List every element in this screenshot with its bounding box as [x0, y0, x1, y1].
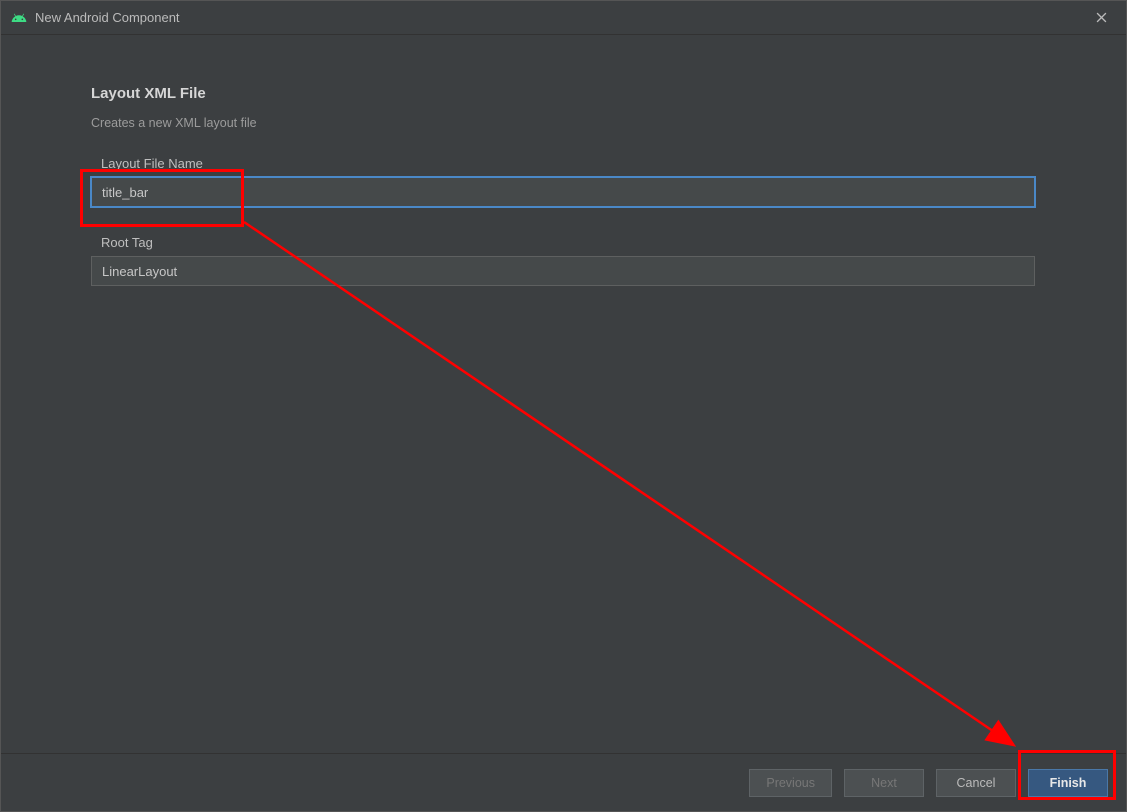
roottag-input[interactable]: [91, 256, 1035, 286]
roottag-label: Root Tag: [101, 235, 1036, 250]
page-heading: Layout XML File: [91, 85, 1036, 102]
close-icon[interactable]: [1086, 3, 1116, 33]
dialog-footer: Previous Next Cancel Finish: [1, 753, 1126, 811]
android-icon: [11, 10, 27, 26]
dialog-content: Layout XML File Creates a new XML layout…: [1, 35, 1126, 753]
next-button[interactable]: Next: [844, 769, 924, 797]
filename-label: Layout File Name: [101, 156, 1036, 171]
filename-input[interactable]: [91, 177, 1035, 207]
page-subheading: Creates a new XML layout file: [91, 116, 1036, 130]
finish-button[interactable]: Finish: [1028, 769, 1108, 797]
titlebar: New Android Component: [1, 1, 1126, 35]
window-title: New Android Component: [35, 10, 180, 25]
dialog-window: New Android Component Layout XML File Cr…: [0, 0, 1127, 812]
roottag-field-block: Root Tag: [91, 235, 1036, 286]
cancel-button[interactable]: Cancel: [936, 769, 1016, 797]
previous-button[interactable]: Previous: [749, 769, 832, 797]
filename-field-block: Layout File Name: [91, 156, 1036, 207]
